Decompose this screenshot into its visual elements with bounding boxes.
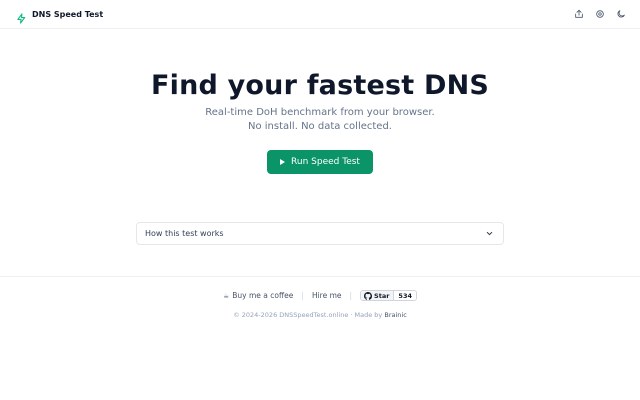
coffee-icon: ☕	[223, 291, 230, 300]
separator: |	[349, 291, 353, 300]
brand[interactable]: DNS Speed Test	[16, 9, 104, 24]
run-speed-test-button[interactable]: Run Speed Test	[267, 150, 373, 174]
page-title: Find your fastest DNS	[150, 70, 490, 101]
copyright: © 2024-2026 DNSSpeedTest.online · Made b…	[0, 311, 640, 319]
settings-icon	[596, 10, 604, 18]
github-star-label: Star	[374, 291, 390, 300]
settings-button[interactable]	[595, 9, 605, 19]
how-it-works-accordion[interactable]: How this test works	[136, 222, 504, 245]
moon-icon	[617, 10, 625, 18]
theme-toggle-button[interactable]	[616, 9, 626, 19]
buy-me-a-coffee-link[interactable]: ☕ Buy me a coffee	[223, 291, 293, 300]
bolt-icon	[16, 9, 27, 24]
copyright-text: © 2024-2026 DNSSpeedTest.online · Made b…	[233, 311, 383, 319]
separator: |	[301, 291, 304, 300]
app-title: DNS Speed Test	[32, 9, 104, 19]
top-bar: DNS Speed Test	[0, 0, 640, 29]
hire-me-link[interactable]: Hire me	[312, 291, 342, 300]
chevron-down-icon	[486, 231, 493, 236]
share-button[interactable]	[574, 9, 584, 19]
github-star-count: 534	[394, 291, 416, 300]
github-star-button[interactable]: Star 534	[360, 290, 417, 301]
accordion-label: How this test works	[145, 229, 224, 238]
header-actions	[574, 9, 626, 19]
hero-subtitle-line1: Real-time DoH benchmark from your browse…	[205, 107, 435, 118]
github-star: Star	[361, 291, 395, 300]
hero-subtitle-line2: No install. No data collected.	[248, 121, 392, 132]
run-speed-test-label: Run Speed Test	[291, 157, 360, 167]
footer-links: ☕ Buy me a coffee | Hire me | Star 534	[0, 290, 640, 301]
share-icon	[575, 9, 583, 18]
play-icon	[280, 159, 286, 165]
github-icon	[364, 291, 373, 300]
footer-divider	[0, 276, 640, 277]
maker-link[interactable]: Brainic	[384, 311, 406, 319]
coffee-label: Buy me a coffee	[232, 291, 294, 300]
